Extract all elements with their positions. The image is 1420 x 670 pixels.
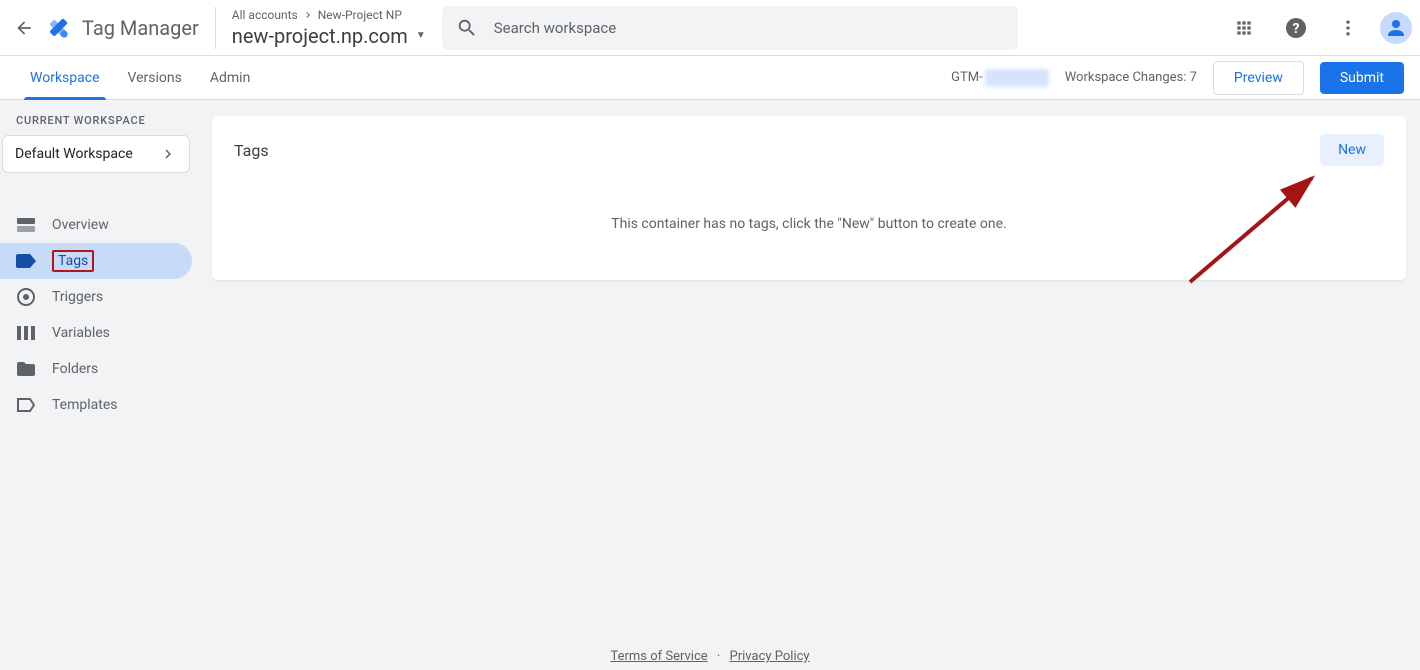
caret-down-icon: ▼ — [416, 30, 426, 41]
tag-manager-logo-icon — [44, 14, 72, 42]
nav-folders[interactable]: Folders — [0, 351, 192, 387]
overview-icon — [17, 218, 35, 232]
tag-icon — [16, 254, 36, 268]
empty-state-message: This container has no tags, click the "N… — [212, 176, 1406, 280]
app-name: Tag Manager — [82, 16, 199, 40]
preview-button[interactable]: Preview — [1213, 61, 1304, 95]
nav-label: Triggers — [52, 289, 103, 305]
nav-label: Templates — [52, 397, 118, 413]
search-input[interactable]: Search workspace — [442, 6, 1018, 50]
tab-workspace[interactable]: Workspace — [16, 56, 114, 100]
tab-admin[interactable]: Admin — [196, 56, 264, 100]
tab-label: Workspace — [30, 70, 100, 86]
container-selector[interactable]: new-project.np.com ▼ — [232, 24, 426, 48]
tab-label: Versions — [128, 70, 182, 86]
changes-count: 7 — [1190, 70, 1197, 85]
workspace-name: Default Workspace — [15, 146, 133, 162]
workspace-changes[interactable]: Workspace Changes: 7 — [1065, 70, 1197, 85]
chevron-right-icon — [302, 9, 314, 21]
folder-icon — [17, 362, 35, 376]
sidebar: CURRENT WORKSPACE Default Workspace Over… — [0, 100, 200, 670]
workspace-selector[interactable]: Default Workspace — [2, 135, 190, 173]
nav-tags[interactable]: Tags — [0, 243, 192, 279]
privacy-link[interactable]: Privacy Policy — [730, 649, 810, 664]
container-name-label: new-project.np.com — [232, 24, 408, 48]
help-button[interactable]: ? — [1276, 8, 1316, 48]
sub-bar: Workspace Versions Admin GTM- Workspace … — [0, 56, 1420, 100]
person-icon — [1384, 16, 1408, 40]
more-button[interactable] — [1328, 8, 1368, 48]
changes-label: Workspace Changes: — [1065, 70, 1187, 85]
apps-grid-icon — [1234, 18, 1254, 38]
variables-icon — [17, 326, 35, 340]
terms-link[interactable]: Terms of Service — [610, 649, 707, 664]
nav-templates[interactable]: Templates — [0, 387, 192, 423]
footer: Terms of Service · Privacy Policy — [0, 649, 1420, 664]
top-bar: Tag Manager All accounts New-Project NP … — [0, 0, 1420, 56]
main-content: Tags New This container has no tags, cli… — [200, 100, 1420, 670]
svg-text:?: ? — [1293, 21, 1300, 37]
breadcrumb[interactable]: All accounts New-Project NP new-project.… — [232, 8, 426, 48]
trigger-icon — [17, 288, 35, 306]
account-avatar[interactable] — [1380, 12, 1412, 44]
nav-label: Overview — [52, 217, 109, 233]
card-title: Tags — [234, 141, 269, 160]
back-button[interactable] — [8, 12, 40, 44]
nav-label: Tags — [52, 250, 94, 272]
search-icon — [456, 17, 478, 39]
template-icon — [17, 398, 35, 412]
gtm-id-blurred — [985, 69, 1049, 87]
tags-card: Tags New This container has no tags, cli… — [212, 116, 1406, 280]
logo-area: Tag Manager — [44, 14, 199, 42]
divider — [215, 7, 216, 49]
arrow-left-icon — [14, 18, 34, 38]
breadcrumb-leaf: New-Project NP — [318, 8, 402, 22]
more-vert-icon — [1338, 18, 1358, 38]
new-tag-button[interactable]: New — [1320, 134, 1384, 166]
help-icon: ? — [1284, 16, 1308, 40]
apps-button[interactable] — [1224, 8, 1264, 48]
nav-list: Overview Tags Triggers Variables Folders… — [0, 207, 200, 423]
container-id[interactable]: GTM- — [951, 69, 1049, 87]
gtm-prefix: GTM- — [951, 70, 983, 85]
submit-button[interactable]: Submit — [1320, 62, 1404, 94]
nav-label: Variables — [52, 325, 110, 341]
nav-label: Folders — [52, 361, 98, 377]
breadcrumb-root: All accounts — [232, 8, 298, 22]
tab-label: Admin — [210, 70, 250, 86]
chevron-right-icon — [159, 145, 177, 163]
search-placeholder: Search workspace — [494, 19, 616, 37]
tab-versions[interactable]: Versions — [114, 56, 196, 100]
nav-variables[interactable]: Variables — [0, 315, 192, 351]
workspace-section-label: CURRENT WORKSPACE — [0, 114, 200, 127]
nav-triggers[interactable]: Triggers — [0, 279, 192, 315]
nav-overview[interactable]: Overview — [0, 207, 192, 243]
footer-separator: · — [717, 649, 720, 664]
